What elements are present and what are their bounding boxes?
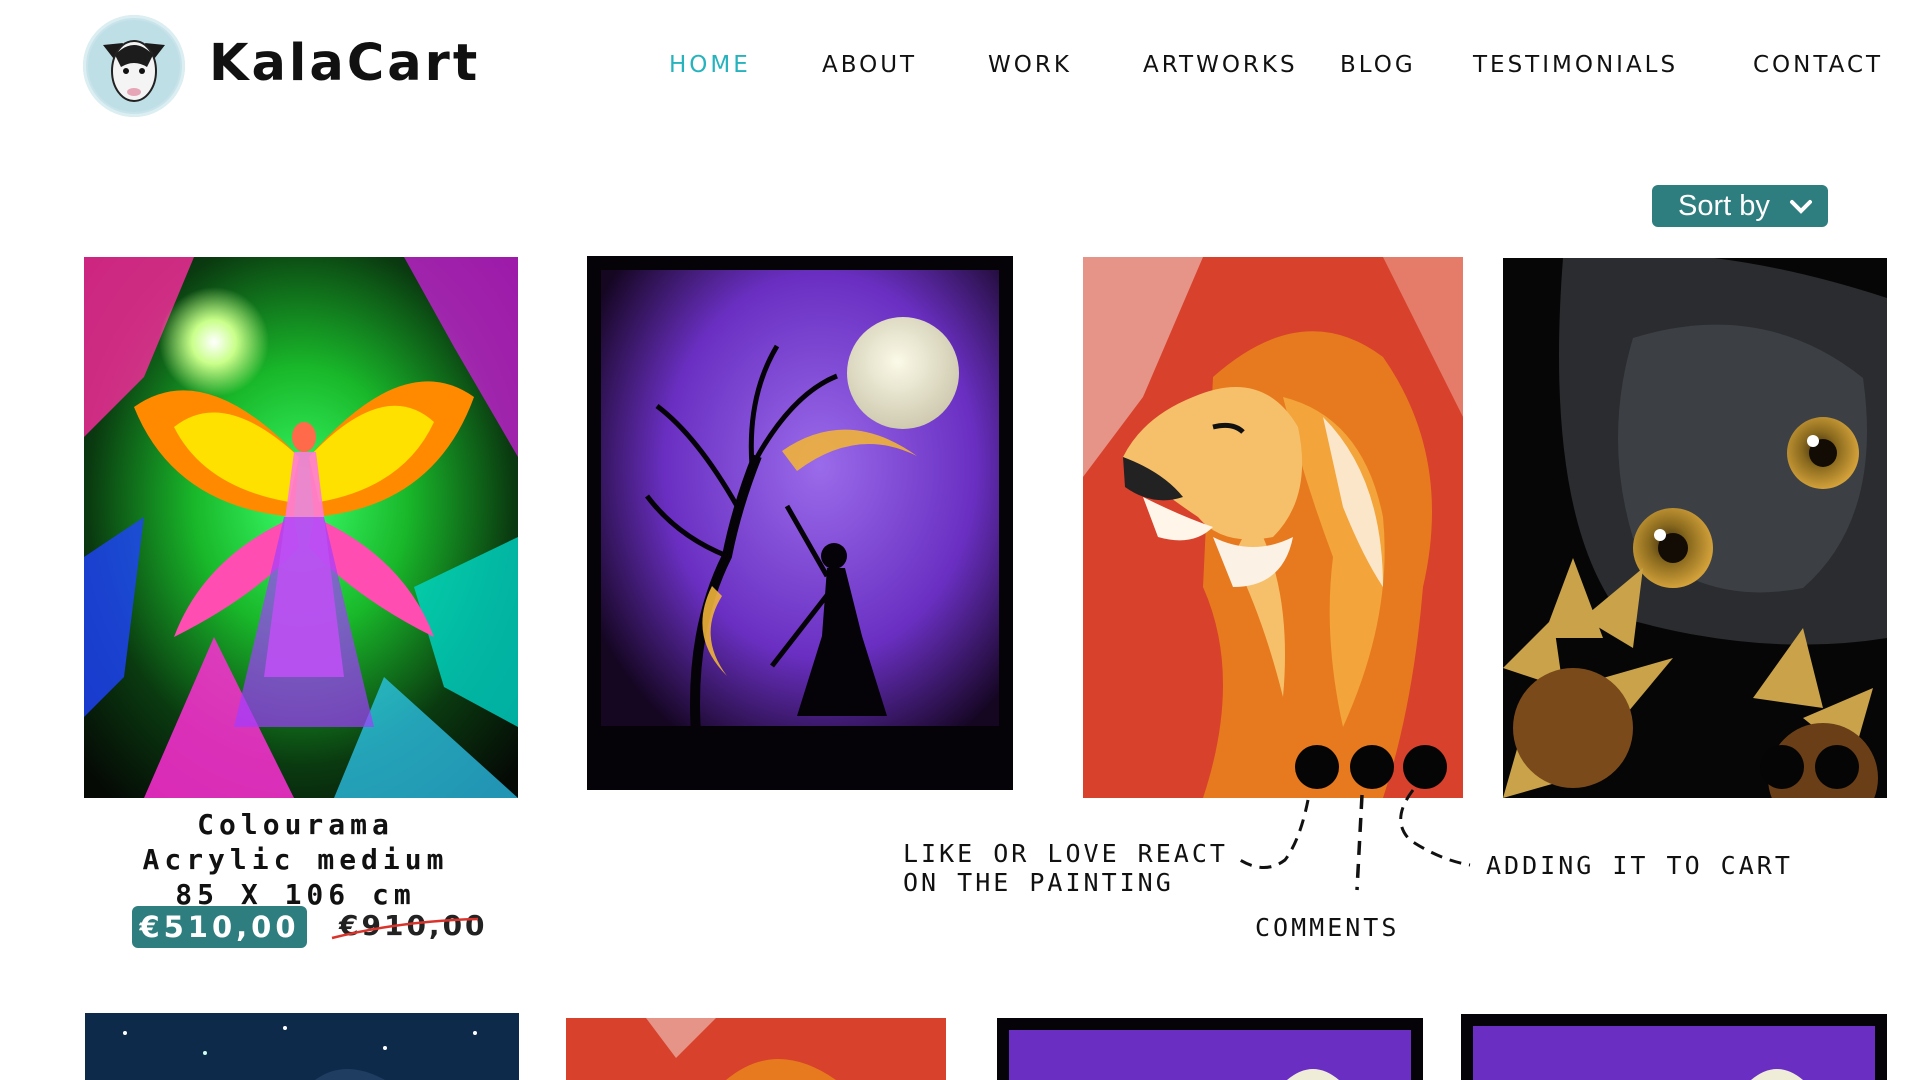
goat-head-icon [88,20,180,112]
sort-label: Sort by [1678,189,1770,222]
sale-price-button[interactable]: €510,00 [132,906,307,948]
nav-artworks[interactable]: ARTWORKS [1143,52,1298,78]
annotation-react-line1: LIKE OR LOVE REACT [903,839,1228,868]
nav-contact[interactable]: CONTACT [1753,52,1883,78]
artwork-image [1083,257,1463,798]
artwork-colourama[interactable] [84,257,518,798]
artwork-lion[interactable] [1083,257,1463,798]
nav-about[interactable]: ABOUT [822,52,917,78]
artwork-black-cat[interactable] [1503,258,1887,798]
sort-dropdown[interactable]: Sort by [1652,185,1828,227]
artwork-moon-tree-2[interactable] [1461,1014,1887,1080]
artwork-image [566,1018,946,1080]
artwork-title[interactable]: Colourama [83,808,508,842]
brand-name[interactable]: KalaCart [209,34,480,93]
artwork-moon-tree-1[interactable] [997,1018,1423,1080]
price-strikethrough [331,917,479,940]
nav-blog[interactable]: BLOG [1340,52,1416,78]
chevron-down-icon [1790,200,1812,214]
react-button[interactable] [1295,745,1339,789]
brand-logo[interactable] [83,15,185,117]
artwork-moon-dancer[interactable] [587,256,1013,790]
artwork-image [84,257,518,798]
nav-home[interactable]: HOME [669,52,751,78]
nav-testimonials[interactable]: TESTIMONIALS [1473,52,1678,78]
annotation-comments: COMMENTS [1255,913,1400,942]
artwork-lion-2[interactable] [566,1018,946,1080]
annotation-react-line2: ON THE PAINTING [903,868,1174,897]
react-button[interactable] [1760,745,1804,789]
artwork-image [587,256,1013,790]
artwork-medium: Acrylic medium [142,843,449,876]
artwork-image [85,1013,519,1080]
annotation-cart: ADDING IT TO CART [1486,851,1793,880]
comment-button[interactable] [1350,745,1394,789]
artwork-image [1461,1014,1887,1080]
artwork-starry[interactable] [85,1013,519,1080]
comment-button[interactable] [1815,745,1859,789]
artwork-image [997,1018,1423,1080]
add-to-cart-button[interactable] [1403,745,1447,789]
artwork-image [1503,258,1887,798]
nav-work[interactable]: WORK [988,52,1072,78]
